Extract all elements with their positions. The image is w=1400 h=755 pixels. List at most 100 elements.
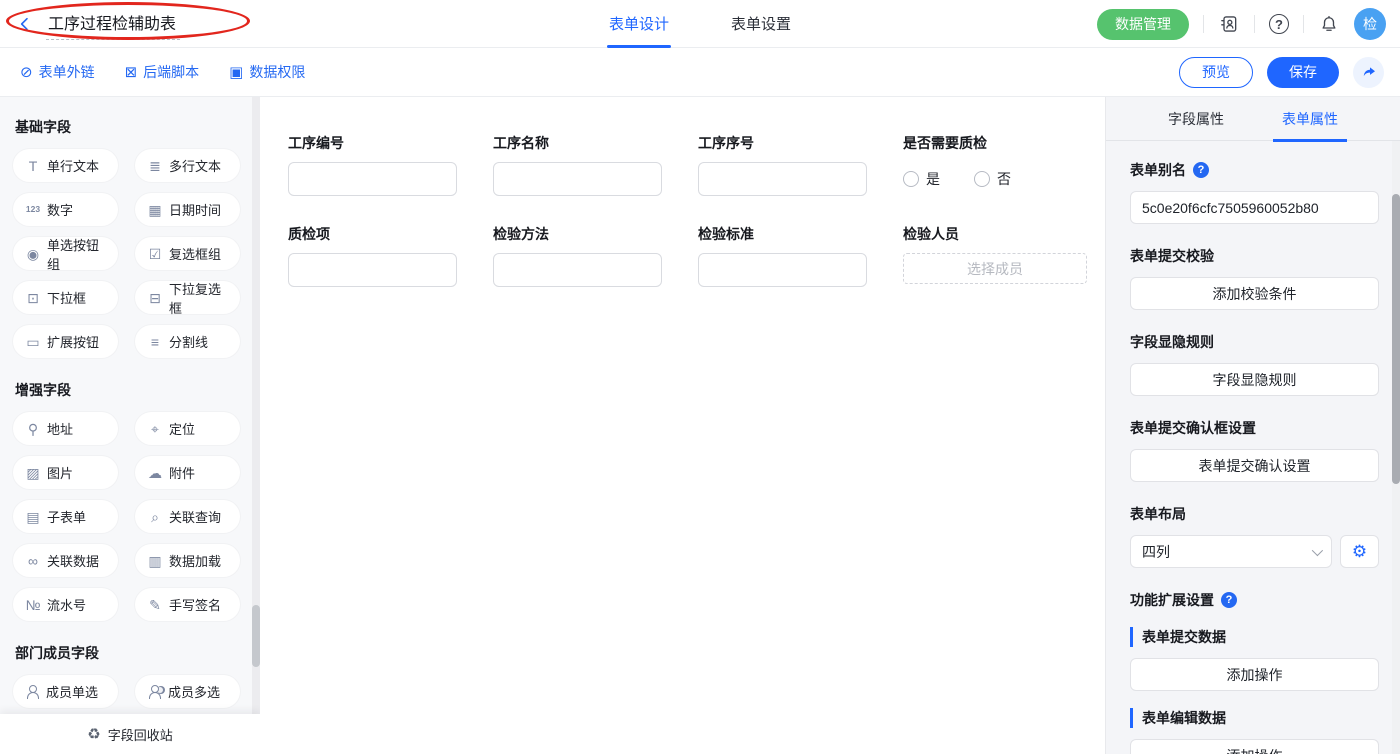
sidebar-item-member-multi[interactable]: 成员多选 xyxy=(135,675,240,708)
radio-circle-icon[interactable] xyxy=(903,171,919,187)
sidebar-item-address[interactable]: ⚲地址 xyxy=(13,412,118,445)
sidebar-item-geolocation[interactable]: ⌖定位 xyxy=(135,412,240,445)
sidebar-item-label: 成员多选 xyxy=(168,682,220,701)
sidebar-item-member-single[interactable]: 成员单选 xyxy=(13,675,118,708)
sidebar-item-radio-group[interactable]: ◉单选按钮组 xyxy=(13,237,118,270)
data-permission-link[interactable]: ▣ 数据权限 xyxy=(229,62,305,82)
form-field-process-name[interactable]: 工序名称 xyxy=(493,133,677,196)
radio-label: 否 xyxy=(997,169,1011,189)
sidebar-item-extend-button[interactable]: ▭扩展按钮 xyxy=(13,325,118,358)
sidebar-item-label: 关联查询 xyxy=(169,507,221,526)
sidebar-item-multi-dropdown[interactable]: ⊟下拉复选框 xyxy=(135,281,240,314)
radio-option-no[interactable]: 否 xyxy=(974,169,1011,189)
radio-circle-icon[interactable] xyxy=(974,171,990,187)
layout-settings-button[interactable]: ⚙ xyxy=(1340,535,1379,568)
field-label: 工序序号 xyxy=(698,133,882,153)
text-input[interactable] xyxy=(698,253,867,287)
sidebar-item-label: 复选框组 xyxy=(169,244,221,263)
text-input[interactable] xyxy=(288,162,457,196)
form-alias-input[interactable] xyxy=(1130,191,1379,224)
help-icon[interactable]: ? xyxy=(1193,162,1209,178)
form-field-inspector[interactable]: 检验人员 选择成员 xyxy=(903,224,1087,287)
panel-scrollbar[interactable] xyxy=(1392,141,1400,754)
label-text: 功能扩展设置 xyxy=(1130,590,1214,610)
tab-field-properties[interactable]: 字段属性 xyxy=(1168,97,1224,141)
form-field-inspection-item[interactable]: 质检项 xyxy=(288,224,472,287)
backend-script-link[interactable]: ⊠ 后端脚本 xyxy=(125,62,200,82)
sidebar-item-label: 定位 xyxy=(169,419,195,438)
sidebar-scrollbar[interactable] xyxy=(252,97,260,714)
text-input[interactable] xyxy=(493,253,662,287)
tab-form-settings[interactable]: 表单设置 xyxy=(731,0,791,48)
field-label: 检验人员 xyxy=(903,224,1087,244)
sidebar-item-dropdown[interactable]: ⊡下拉框 xyxy=(13,281,118,314)
extend-button-icon: ▭ xyxy=(25,335,41,349)
sidebar-item-label: 关联数据 xyxy=(47,551,99,570)
radio-option-yes[interactable]: 是 xyxy=(903,169,940,189)
sidebar-item-handwritten-signature[interactable]: ✎ 手写签名 xyxy=(135,588,240,621)
data-manage-button[interactable]: 数据管理 xyxy=(1097,9,1189,40)
user-avatar[interactable]: 检 xyxy=(1354,8,1386,40)
sidebar-item-linked-query[interactable]: ⌕关联查询 xyxy=(135,500,240,533)
contacts-book-icon[interactable] xyxy=(1218,13,1240,35)
text-input[interactable] xyxy=(698,162,867,196)
help-icon[interactable]: ? xyxy=(1221,592,1237,608)
share-button[interactable] xyxy=(1353,57,1384,88)
sidebar-scrollbar-thumb[interactable] xyxy=(252,605,260,667)
sidebar-item-label: 单选按钮组 xyxy=(47,235,110,273)
sidebar-item-serial-number[interactable]: №流水号 xyxy=(13,588,118,621)
gear-icon: ⚙ xyxy=(1352,542,1367,562)
visibility-rules-button[interactable]: 字段显隐规则 xyxy=(1130,363,1379,396)
page-title[interactable]: 工序过程检辅助表 xyxy=(46,8,180,40)
form-alias-label: 表单别名 ? xyxy=(1130,160,1379,180)
sidebar-item-checkbox-group[interactable]: ☑复选框组 xyxy=(135,237,240,270)
sidebar-item-single-line-text[interactable]: T单行文本 xyxy=(13,149,118,182)
help-icon[interactable]: ? xyxy=(1269,14,1289,34)
add-action-button-submit[interactable]: 添加操作 xyxy=(1130,658,1379,691)
sidebar-item-label: 手写签名 xyxy=(169,595,221,614)
tab-form-design[interactable]: 表单设计 xyxy=(609,0,669,48)
section-title-basic-fields: 基础字段 xyxy=(15,117,260,137)
text-input[interactable] xyxy=(493,162,662,196)
submit-confirm-label: 表单提交确认框设置 xyxy=(1130,418,1379,438)
form-field-inspection-method[interactable]: 检验方法 xyxy=(493,224,677,287)
chevron-down-icon xyxy=(1312,544,1323,555)
sidebar-item-label: 多行文本 xyxy=(169,156,221,175)
back-icon[interactable] xyxy=(14,13,36,35)
sidebar-item-attachment[interactable]: ☁附件 xyxy=(135,456,240,489)
form-external-link[interactable]: ⊘ 表单外链 xyxy=(20,62,95,82)
sidebar-item-label: 附件 xyxy=(169,463,195,482)
sidebar-item-label: 分割线 xyxy=(169,332,208,351)
form-field-need-inspection[interactable]: 是否需要质检 是 否 xyxy=(903,133,1087,196)
notification-bell-icon[interactable] xyxy=(1318,13,1340,35)
text-input[interactable] xyxy=(288,253,457,287)
number-icon: 123 xyxy=(25,205,41,214)
add-validation-button[interactable]: 添加校验条件 xyxy=(1130,277,1379,310)
pen-icon: ✎ xyxy=(147,598,163,612)
tab-form-properties[interactable]: 表单属性 xyxy=(1282,97,1338,141)
top-header: 工序过程检辅助表 表单设计 表单设置 数据管理 ? 检 xyxy=(0,0,1400,48)
field-library-sidebar: 基础字段 T单行文本 ≣多行文本 123数字 ▦日期时间 ◉单选按钮组 ☑复选框… xyxy=(0,97,260,754)
submit-confirm-button[interactable]: 表单提交确认设置 xyxy=(1130,449,1379,482)
save-button[interactable]: 保存 xyxy=(1267,57,1339,88)
sidebar-item-number[interactable]: 123数字 xyxy=(13,193,118,226)
sidebar-item-label: 日期时间 xyxy=(169,200,221,219)
visibility-rules-label: 字段显隐规则 xyxy=(1130,332,1379,352)
sidebar-item-linked-data[interactable]: ∞关联数据 xyxy=(13,544,118,577)
form-field-inspection-standard[interactable]: 检验标准 xyxy=(698,224,882,287)
sidebar-item-subform[interactable]: ▤子表单 xyxy=(13,500,118,533)
form-field-process-seq[interactable]: 工序序号 xyxy=(698,133,882,196)
field-recycle-bin[interactable]: ♻ 字段回收站 xyxy=(0,714,260,754)
layout-select[interactable]: 四列 xyxy=(1130,535,1332,568)
sidebar-item-data-loading[interactable]: ▥数据加载 xyxy=(135,544,240,577)
sidebar-item-label: 地址 xyxy=(47,419,73,438)
sidebar-item-multi-line-text[interactable]: ≣多行文本 xyxy=(135,149,240,182)
add-action-button-edit[interactable]: 添加操作 xyxy=(1130,739,1379,754)
preview-button[interactable]: 预览 xyxy=(1179,57,1253,88)
panel-scrollbar-thumb[interactable] xyxy=(1392,194,1400,484)
select-member-button[interactable]: 选择成员 xyxy=(903,253,1087,284)
form-field-process-code[interactable]: 工序编号 xyxy=(288,133,472,196)
sidebar-item-image[interactable]: ▨图片 xyxy=(13,456,118,489)
sidebar-item-datetime[interactable]: ▦日期时间 xyxy=(135,193,240,226)
sidebar-item-divider-line[interactable]: ≡分割线 xyxy=(135,325,240,358)
